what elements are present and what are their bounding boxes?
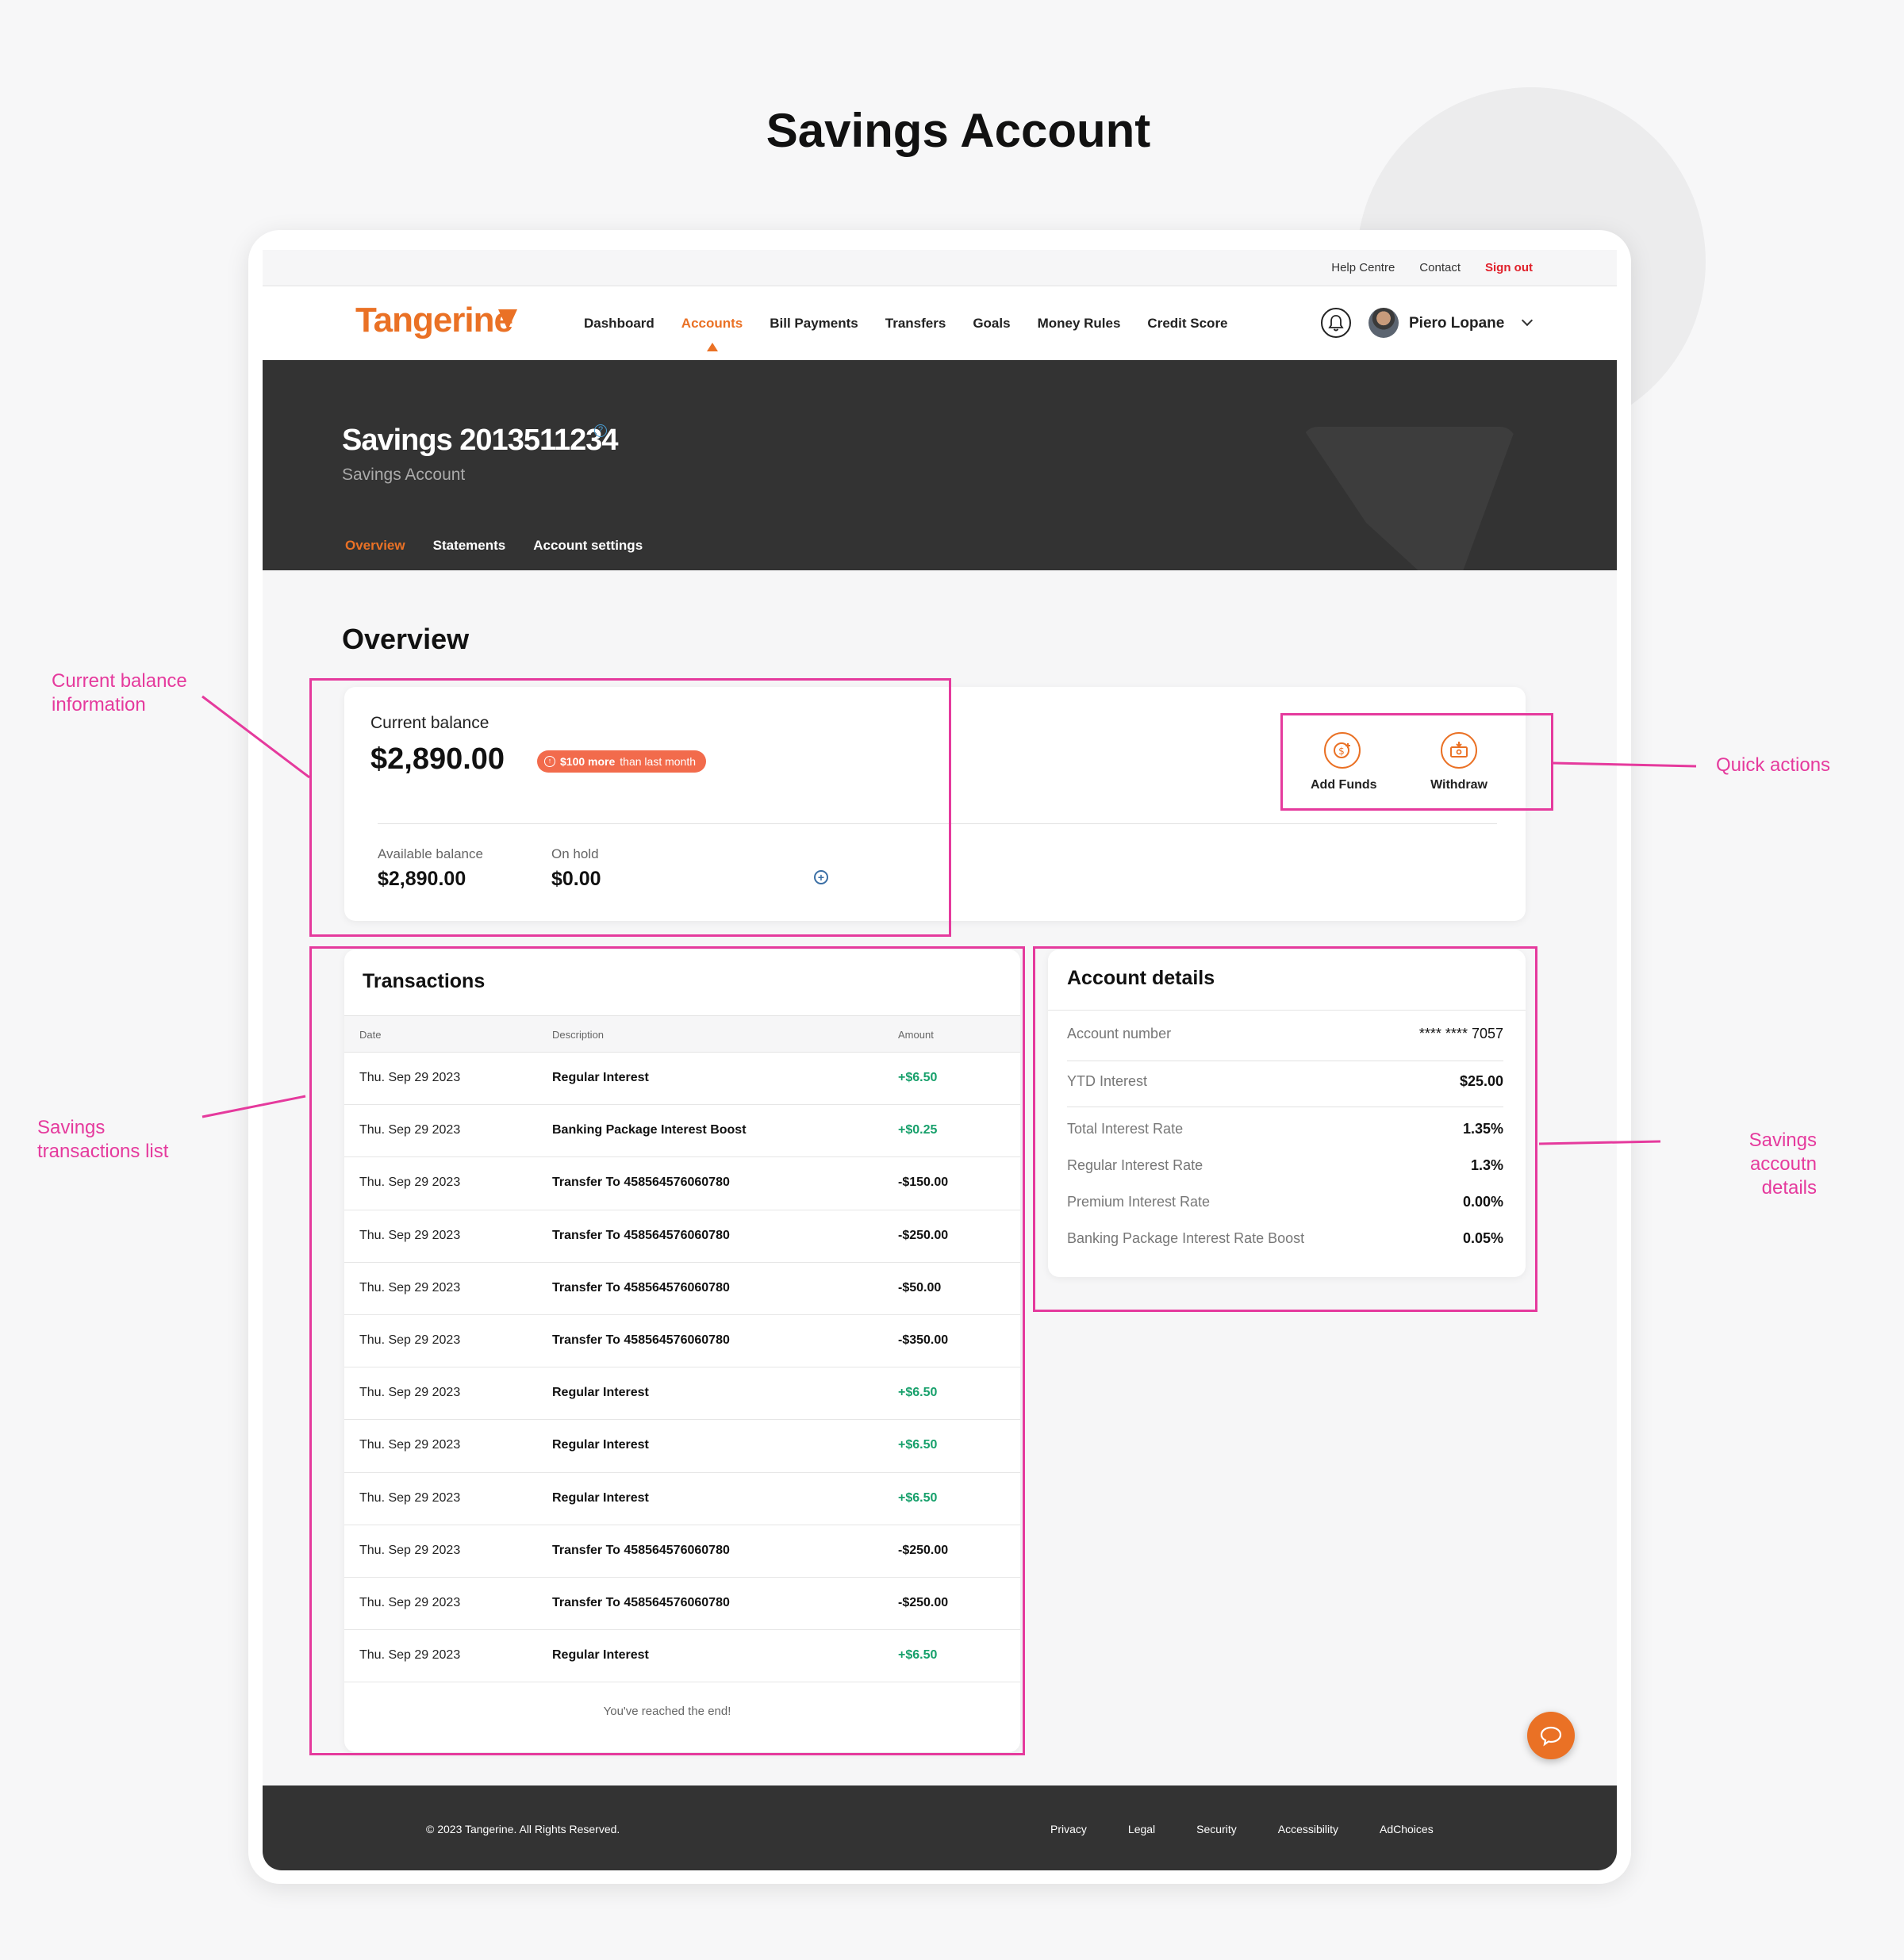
nav-goals[interactable]: Goals bbox=[973, 316, 1010, 332]
account-hero: Savings 2013511234 ? Savings Account Ove… bbox=[263, 360, 1617, 570]
annotation-details: Savings accoutn details bbox=[1678, 1129, 1817, 1200]
nav-credit-score[interactable]: Credit Score bbox=[1147, 316, 1227, 332]
annotation-line: information bbox=[52, 694, 146, 715]
footer-legal[interactable]: Legal bbox=[1128, 1823, 1155, 1835]
help-centre-link[interactable]: Help Centre bbox=[1331, 261, 1395, 274]
annotation-line: transactions list bbox=[37, 1141, 169, 1162]
bell-icon[interactable] bbox=[1321, 308, 1351, 338]
footer-privacy[interactable]: Privacy bbox=[1050, 1823, 1087, 1835]
annotation-line: Savings bbox=[37, 1117, 106, 1138]
footer-adchoices[interactable]: AdChoices bbox=[1380, 1823, 1434, 1835]
copyright: © 2023 Tangerine. All Rights Reserved. bbox=[426, 1823, 620, 1835]
chat-icon[interactable] bbox=[1527, 1712, 1575, 1759]
tangerine-logo[interactable]: Tangerine bbox=[355, 301, 513, 340]
annotation-box-details bbox=[1033, 946, 1537, 1312]
footer-security[interactable]: Security bbox=[1196, 1823, 1237, 1835]
nav-accounts[interactable]: Accounts bbox=[681, 315, 743, 351]
annotation-box-quick-actions bbox=[1280, 713, 1553, 811]
footer: © 2023 Tangerine. All Rights Reserved. P… bbox=[263, 1785, 1617, 1870]
nav-bill-payments[interactable]: Bill Payments bbox=[770, 316, 858, 332]
nav-accounts-label: Accounts bbox=[681, 315, 743, 331]
tab-account-settings[interactable]: Account settings bbox=[533, 538, 643, 554]
user-name[interactable]: Piero Lopane bbox=[1409, 315, 1504, 332]
annotation-box-balance bbox=[309, 678, 951, 937]
annotation-box-transactions bbox=[309, 946, 1025, 1755]
footer-links: Privacy Legal Security Accessibility AdC… bbox=[1050, 1823, 1434, 1835]
annotation-line: details bbox=[1761, 1177, 1817, 1199]
annotation-quick-actions: Quick actions bbox=[1716, 754, 1831, 776]
hero-decoration bbox=[1302, 427, 1516, 570]
logo-mark-icon bbox=[498, 309, 517, 330]
nav-dashboard[interactable]: Dashboard bbox=[584, 316, 654, 332]
annotation-transactions: Savings transactions list bbox=[37, 1116, 168, 1164]
account-subtitle: Savings Account bbox=[342, 466, 466, 484]
utility-bar: Help Centre Contact Sign out bbox=[263, 250, 1617, 286]
main-navbar: Tangerine Dashboard Accounts Bill Paymen… bbox=[263, 286, 1617, 360]
chevron-down-icon[interactable] bbox=[1521, 314, 1534, 327]
tab-statements[interactable]: Statements bbox=[433, 538, 506, 554]
account-tabs: Overview Statements Account settings bbox=[345, 538, 643, 554]
tab-overview[interactable]: Overview bbox=[345, 538, 405, 554]
nav-transfers[interactable]: Transfers bbox=[885, 316, 946, 332]
annotation-balance: Current balance information bbox=[52, 669, 187, 717]
help-icon[interactable]: ? bbox=[594, 424, 607, 437]
annotation-line: Savings accoutn bbox=[1749, 1130, 1817, 1175]
nav-money-rules[interactable]: Money Rules bbox=[1038, 316, 1121, 332]
overview-title: Overview bbox=[342, 623, 470, 655]
account-title: Savings 2013511234 bbox=[342, 424, 619, 457]
contact-link[interactable]: Contact bbox=[1419, 261, 1461, 274]
sign-out-link[interactable]: Sign out bbox=[1485, 261, 1533, 274]
annotation-line: Current balance bbox=[52, 670, 187, 692]
nav-links: Dashboard Accounts Bill Payments Transfe… bbox=[584, 286, 1255, 360]
page-heading: Savings Account bbox=[766, 104, 1151, 157]
active-caret-icon bbox=[706, 342, 718, 351]
footer-accessibility[interactable]: Accessibility bbox=[1278, 1823, 1338, 1835]
avatar[interactable] bbox=[1368, 308, 1399, 338]
